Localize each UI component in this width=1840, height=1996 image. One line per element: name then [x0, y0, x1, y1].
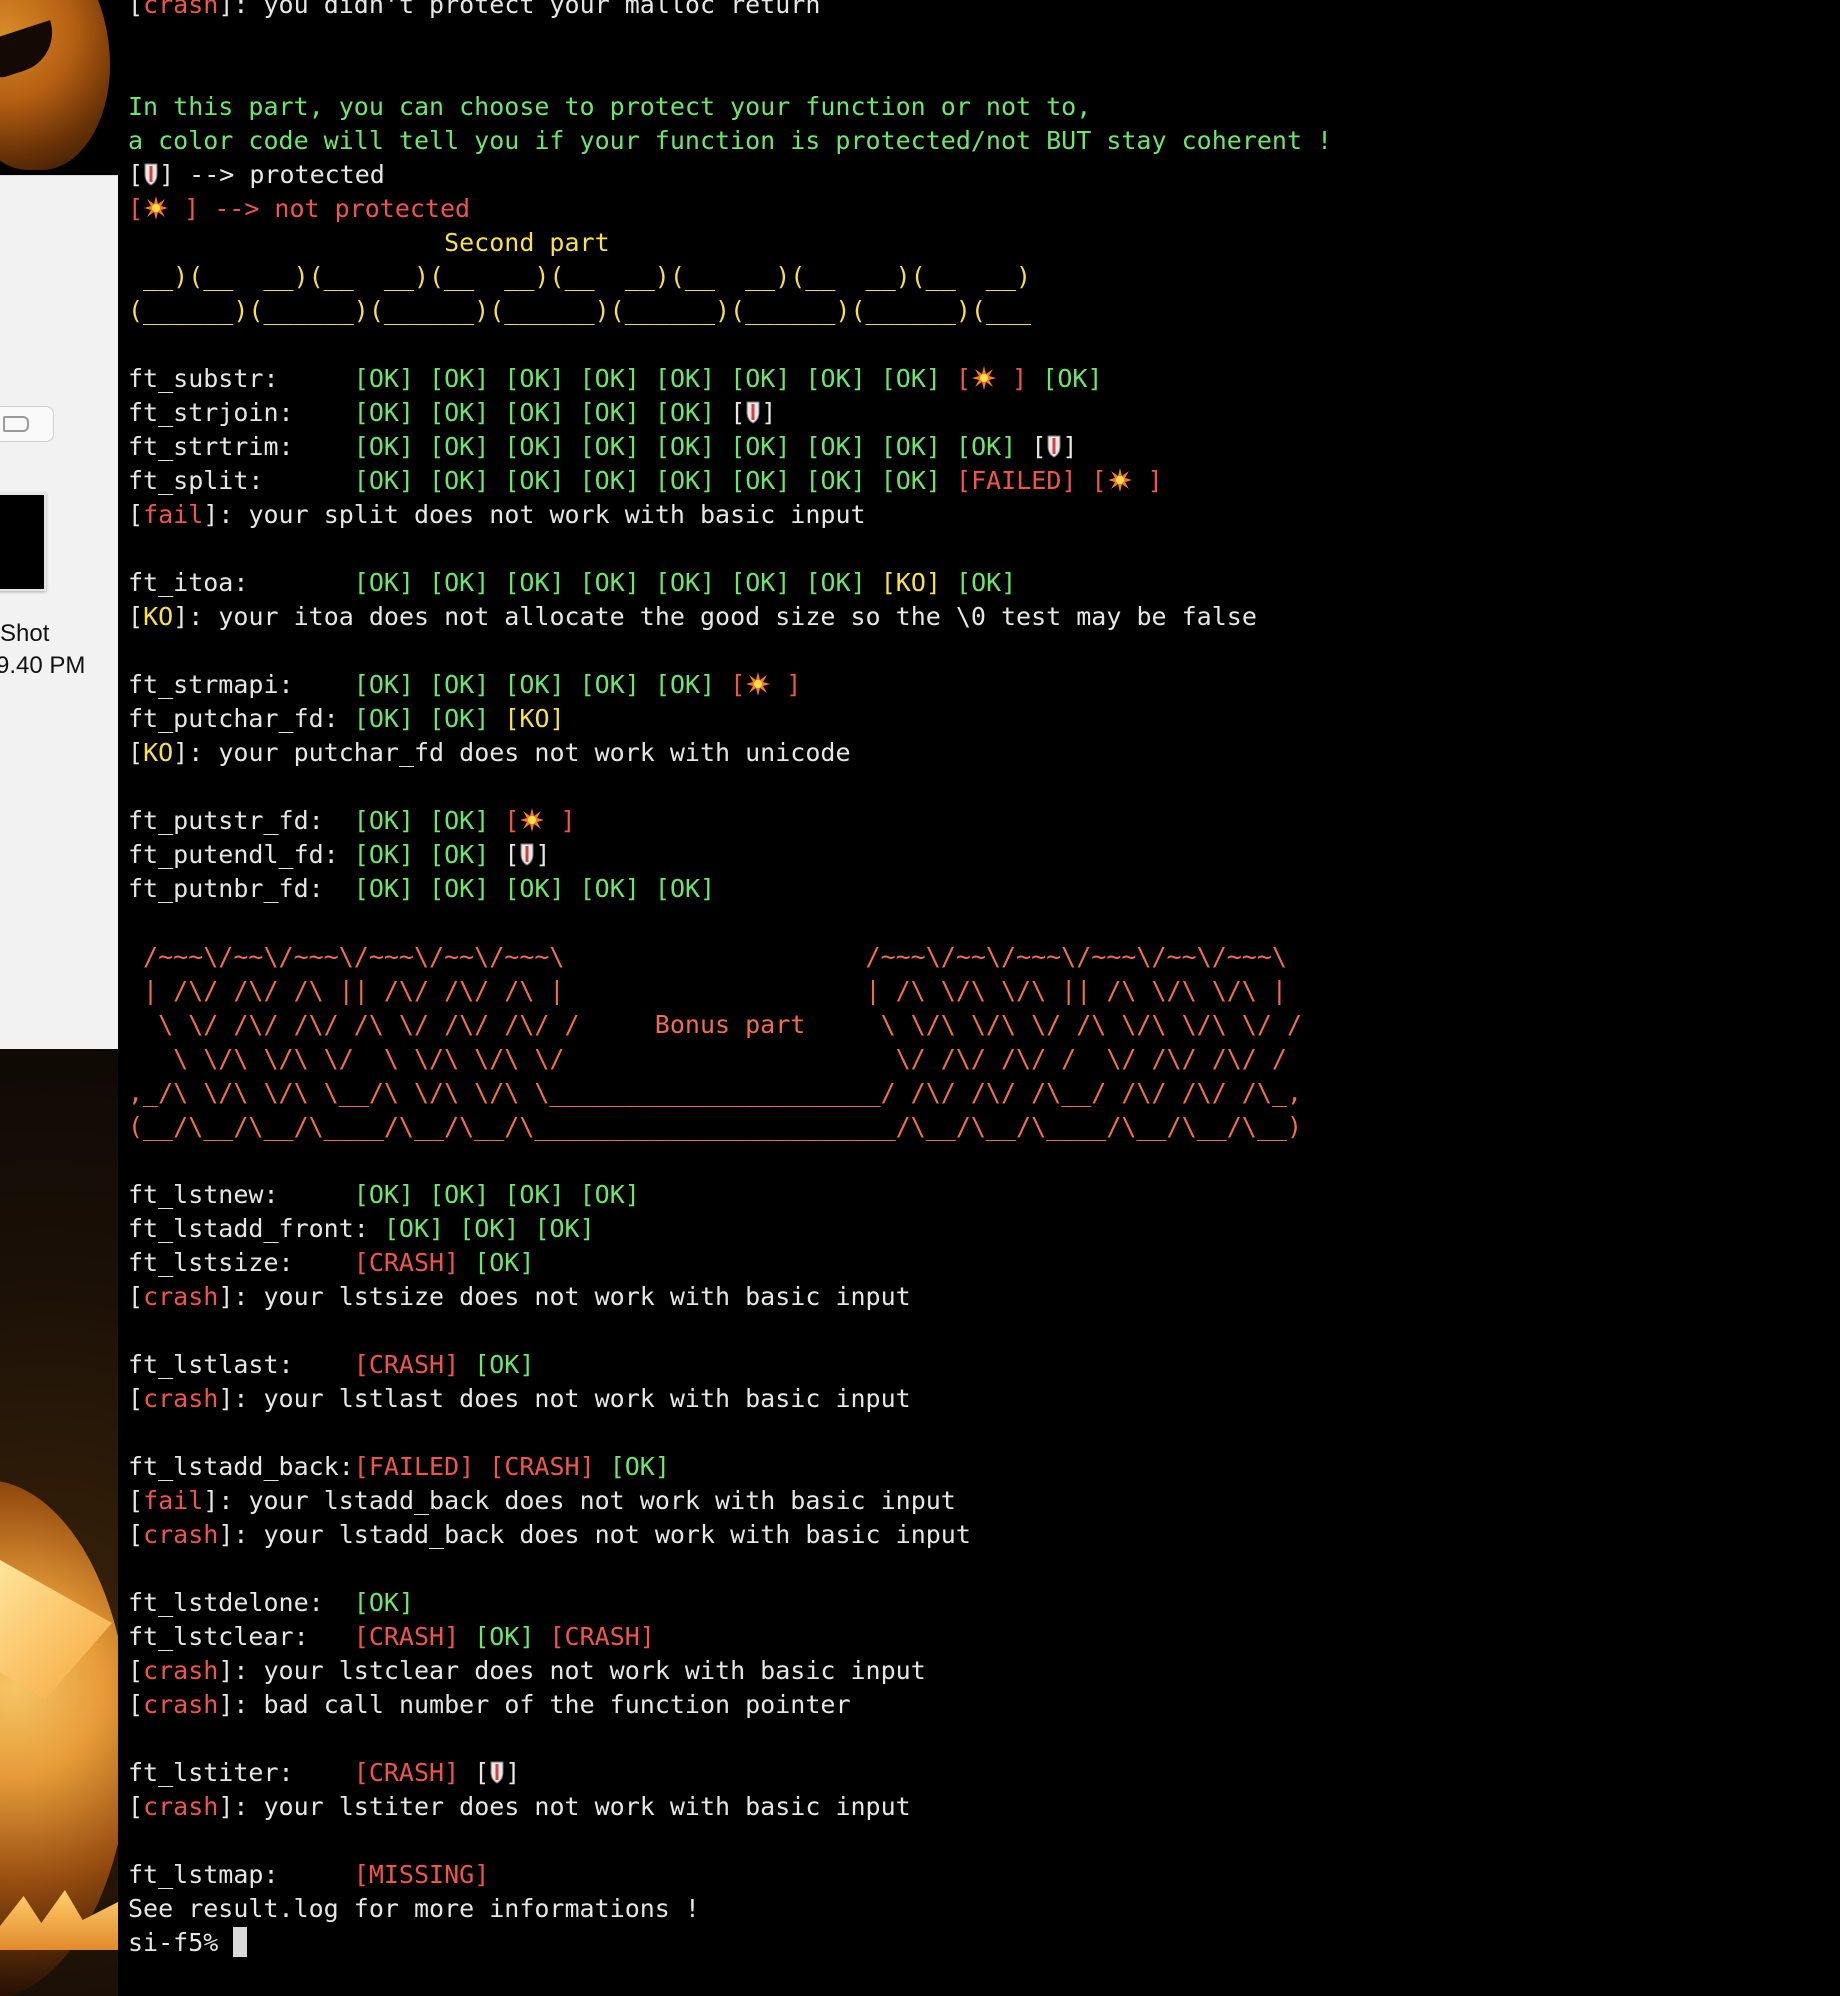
shield-icon: [490, 1761, 504, 1784]
result-ft-lstadd-front: ft_lstadd_front: [OK] [OK] [OK]: [128, 1214, 595, 1243]
error-message: [crash]: your lstiter does not work with…: [128, 1792, 911, 1821]
terminal-output: [crash]: you didn't protect your malloc …: [128, 0, 1332, 1960]
screenshot-thumbnail[interactable]: [0, 493, 46, 591]
result-ft-substr: ft_substr: [OK] [OK] [OK] [OK] [OK] [OK]…: [128, 364, 1103, 393]
result-ft-lstclear: ft_lstclear: [CRASH] [OK] [CRASH]: [128, 1622, 655, 1651]
error-message: [crash]: bad call number of the function…: [128, 1690, 851, 1719]
result-ft-strmapi: ft_strmapi: [OK] [OK] [OK] [OK] [OK] [ ]: [128, 670, 802, 699]
result-ft-lstadd-back: ft_lstadd_back:[FAILED] [CRASH] [OK]: [128, 1452, 670, 1481]
result-ft-lstdelone: ft_lstdelone: [OK]: [128, 1588, 414, 1617]
ascii-art-line: __)(__ __)(__ __)(__ __)(__ __)(__ __)(_…: [128, 262, 1032, 291]
error-message: [crash]: your lstsize does not work with…: [128, 1282, 911, 1311]
result-ft-strjoin: ft_strjoin: [OK] [OK] [OK] [OK] [OK] []: [128, 398, 777, 427]
bonus-ascii-line: \ \/\ \/\ \/ \ \/\ \/\ \/ \/ /\/ /\/ / \…: [128, 1044, 1287, 1073]
error-message: [crash]: your lstlast does not work with…: [128, 1384, 911, 1413]
result-ft-putendl-fd: ft_putendl_fd: [OK] [OK] []: [128, 840, 551, 869]
result-ft-strtrim: ft_strtrim: [OK] [OK] [OK] [OK] [OK] [OK…: [128, 432, 1078, 461]
legend-not-protected: [ ] --> not protected: [128, 194, 471, 223]
tag-icon: [3, 416, 29, 432]
result-ft-lstnew: ft_lstnew: [OK] [OK] [OK] [OK]: [128, 1180, 640, 1209]
explosion-icon: [972, 366, 997, 390]
error-message: [crash]: your lstadd_back does not work …: [128, 1520, 971, 1549]
screenshot-file-time: 9.40 PM: [0, 652, 86, 679]
explosion-icon: [144, 196, 169, 220]
result-ft-split: ft_split: [OK] [OK] [OK] [OK] [OK] [OK] …: [128, 466, 1163, 495]
terminal-line: [crash]: you didn't protect your malloc …: [128, 0, 821, 19]
result-ft-itoa: ft_itoa: [OK] [OK] [OK] [OK] [OK] [OK] […: [128, 568, 1017, 597]
result-ft-putnbr-fd: ft_putnbr_fd: [OK] [OK] [OK] [OK] [OK]: [128, 874, 716, 903]
desktop-background: Shot 9.40 PM: [0, 0, 118, 1996]
shell-prompt[interactable]: si-f5%: [128, 1926, 1332, 1960]
explosion-icon: [520, 808, 545, 832]
explosion-icon: [746, 672, 771, 696]
intro-line-1: In this part, you can choose to protect …: [128, 92, 1092, 121]
text-cursor: [233, 1927, 248, 1957]
bonus-ascii-line: (__/\__/\__/\____/\__/\__/\_____________…: [128, 1112, 1302, 1141]
bonus-ascii-line: \ \/ /\/ /\/ /\ \/ /\/ /\/ / Bonus part …: [128, 1010, 1302, 1039]
terminal-window[interactable]: [crash]: you didn't protect your malloc …: [118, 0, 1840, 1996]
second-part-title: Second part: [128, 228, 610, 257]
see-log-message: See result.log for more informations !: [128, 1894, 700, 1923]
result-ft-putchar-fd: ft_putchar_fd: [OK] [OK] [KO]: [128, 704, 565, 733]
error-message: [fail]: your split does not work with ba…: [128, 500, 866, 529]
shield-icon: [746, 401, 760, 424]
pumpkin-wallpaper-top: [0, 0, 110, 170]
result-ft-lstsize: ft_lstsize: [CRASH] [OK]: [128, 1248, 535, 1277]
tag-button[interactable]: [0, 406, 54, 442]
finder-window: Shot 9.40 PM: [0, 175, 118, 1049]
explosion-icon: [1107, 468, 1132, 492]
bonus-ascii-line: ,_/\ \/\ \/\ \__/\ \/\ \/\ \____________…: [128, 1078, 1302, 1107]
result-ft-lstiter: ft_lstiter: [CRASH] []: [128, 1758, 521, 1787]
result-ft-lstlast: ft_lstlast: [CRASH] [OK]: [128, 1350, 535, 1379]
shield-icon: [144, 163, 158, 186]
error-message: [crash]: your lstclear does not work wit…: [128, 1656, 926, 1685]
error-message: [KO]: your putchar_fd does not work with…: [128, 738, 851, 767]
legend-protected: [] --> protected: [128, 160, 385, 189]
result-ft-lstmap: ft_lstmap: [MISSING]: [128, 1860, 490, 1889]
ascii-art-line: (______)(______)(______)(______)(______)…: [128, 296, 1032, 325]
error-message: [KO]: your itoa does not allocate the go…: [128, 602, 1257, 631]
bonus-ascii-line: /~~~\/~~\/~~~\/~~~\/~~\/~~~\ /~~~\/~~\/~…: [128, 942, 1287, 971]
intro-line-2: a color code will tell you if your funct…: [128, 126, 1333, 155]
shield-icon: [520, 843, 534, 866]
result-ft-putstr-fd: ft_putstr_fd: [OK] [OK] [ ]: [128, 806, 576, 835]
error-message: [fail]: your lstadd_back does not work w…: [128, 1486, 956, 1515]
screenshot-file-name[interactable]: Shot: [0, 620, 49, 648]
shield-icon: [1047, 435, 1061, 458]
bonus-ascii-line: | /\/ /\/ /\ || /\/ /\/ /\ | | /\ \/\ \/…: [128, 976, 1287, 1005]
